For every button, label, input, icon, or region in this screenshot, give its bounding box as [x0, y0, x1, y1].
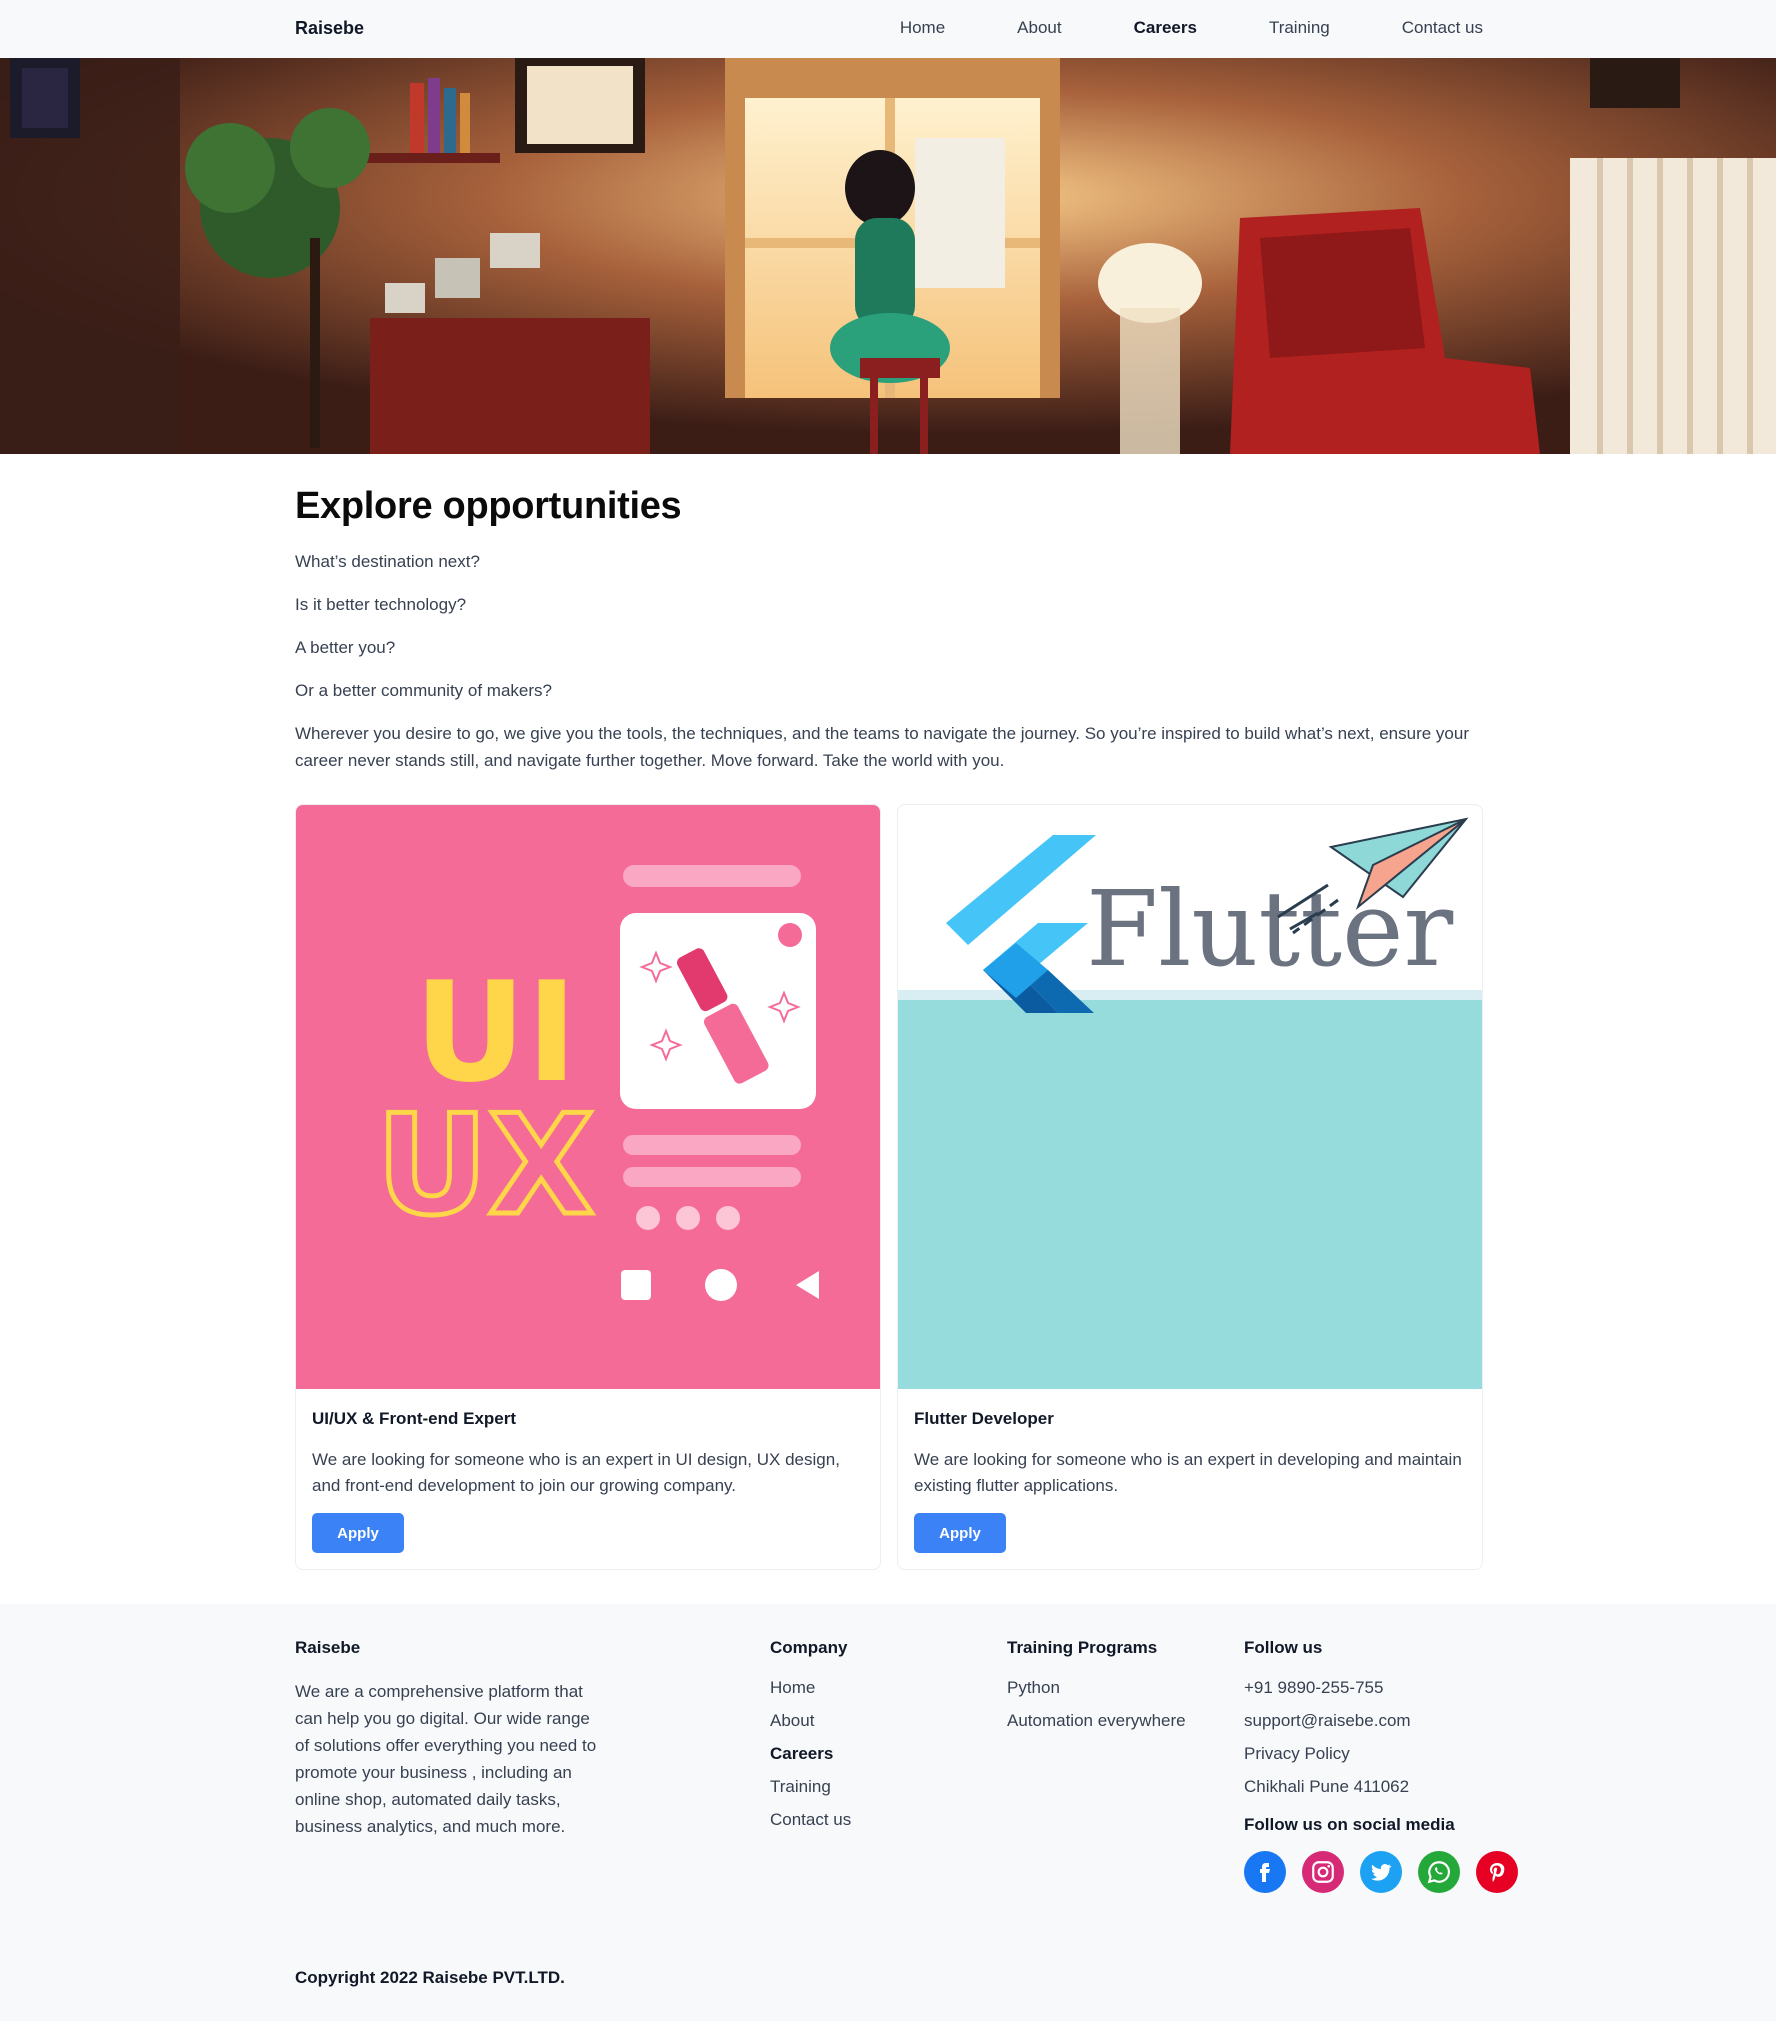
footer-social-heading: Follow us on social media: [1244, 1815, 1455, 1834]
footer-link-careers[interactable]: Careers: [770, 1744, 851, 1764]
top-navbar: Raisebe Home About Careers Training Cont…: [0, 0, 1776, 58]
nav-link-about[interactable]: About: [1017, 18, 1061, 38]
footer-company-heading: Company: [770, 1638, 848, 1657]
intro-line: Or a better community of makers?: [295, 681, 552, 700]
footer-address: Chikhali Pune 411062: [1244, 1777, 1410, 1796]
footer-link-python[interactable]: Python: [1007, 1678, 1186, 1698]
apply-button[interactable]: Apply: [914, 1513, 1006, 1553]
footer-privacy-policy[interactable]: Privacy Policy: [1244, 1744, 1518, 1764]
footer-link-about[interactable]: About: [770, 1711, 851, 1731]
nav-link-contact[interactable]: Contact us: [1402, 18, 1483, 38]
job-card-flutter: Flutter Flutter Developer We are looking…: [897, 804, 1483, 1570]
copyright-text: Copyright 2022 Raisebe PVT.LTD.: [295, 1968, 565, 1987]
intro-line: A better you?: [295, 638, 396, 657]
brand-logo[interactable]: Raisebe: [295, 18, 364, 39]
intro-line: What’s destination next?: [295, 552, 480, 571]
job-card-uiux: UI UX UI/UX & Front-end Expert We are lo…: [295, 804, 881, 1570]
whatsapp-icon[interactable]: [1418, 1851, 1460, 1893]
footer-follow-column: Follow us +91 9890-255-755 support@raise…: [1244, 1638, 1518, 1893]
uiux-ux-text: UX: [376, 1085, 594, 1246]
instagram-icon[interactable]: [1302, 1851, 1344, 1893]
intro-paragraph: Wherever you desire to go, we give you t…: [295, 724, 1470, 770]
social-icons: [1244, 1851, 1518, 1893]
hero-illustration: [0, 58, 1776, 454]
footer-brand: Raisebe: [295, 1638, 361, 1657]
job-title: Flutter Developer: [914, 1409, 1054, 1428]
intro-section: Explore opportunities What’s destination…: [295, 485, 1485, 790]
twitter-icon[interactable]: [1360, 1851, 1402, 1893]
nav-link-home[interactable]: Home: [900, 18, 945, 38]
footer-follow-heading: Follow us: [1244, 1638, 1323, 1657]
intro-line: Is it better technology?: [295, 595, 467, 614]
pinterest-icon[interactable]: [1476, 1851, 1518, 1893]
footer-link-training[interactable]: Training: [770, 1777, 851, 1797]
footer-phone[interactable]: +91 9890-255-755: [1244, 1678, 1518, 1698]
footer: Raisebe We are a comprehensive platform …: [0, 1604, 1776, 2021]
uiux-illustration: UI UX: [296, 805, 880, 1389]
nav-link-training[interactable]: Training: [1269, 18, 1330, 38]
footer-link-automation[interactable]: Automation everywhere: [1007, 1711, 1186, 1731]
footer-training-heading: Training Programs: [1007, 1638, 1158, 1657]
job-description: We are looking for someone who is an exp…: [914, 1450, 1462, 1495]
footer-training-column: Training Programs Python Automation ever…: [1007, 1638, 1186, 1744]
page-title: Explore opportunities: [295, 485, 682, 527]
flutter-illustration: Flutter: [898, 805, 1482, 1389]
footer-email[interactable]: support@raisebe.com: [1244, 1711, 1518, 1731]
apply-button[interactable]: Apply: [312, 1513, 404, 1553]
footer-company-column: Company Home About Careers Training Cont…: [770, 1638, 851, 1843]
footer-about-column: Raisebe We are a comprehensive platform …: [295, 1638, 605, 1840]
nav-links: Home About Careers Training Contact us: [828, 18, 1483, 38]
nav-link-careers[interactable]: Careers: [1134, 18, 1197, 38]
hero-banner-image: [0, 58, 1776, 454]
uiux-card-image: UI UX: [296, 805, 880, 1389]
job-cards: UI UX UI/UX & Front-end Expert We are lo…: [295, 804, 1483, 1570]
facebook-icon[interactable]: [1244, 1851, 1286, 1893]
footer-link-contact[interactable]: Contact us: [770, 1810, 851, 1830]
job-title: UI/UX & Front-end Expert: [312, 1409, 517, 1428]
footer-link-home[interactable]: Home: [770, 1678, 851, 1698]
footer-about-text: We are a comprehensive platform that can…: [295, 1682, 597, 1836]
job-description: We are looking for someone who is an exp…: [312, 1450, 840, 1495]
flutter-card-image: Flutter: [898, 805, 1482, 1389]
